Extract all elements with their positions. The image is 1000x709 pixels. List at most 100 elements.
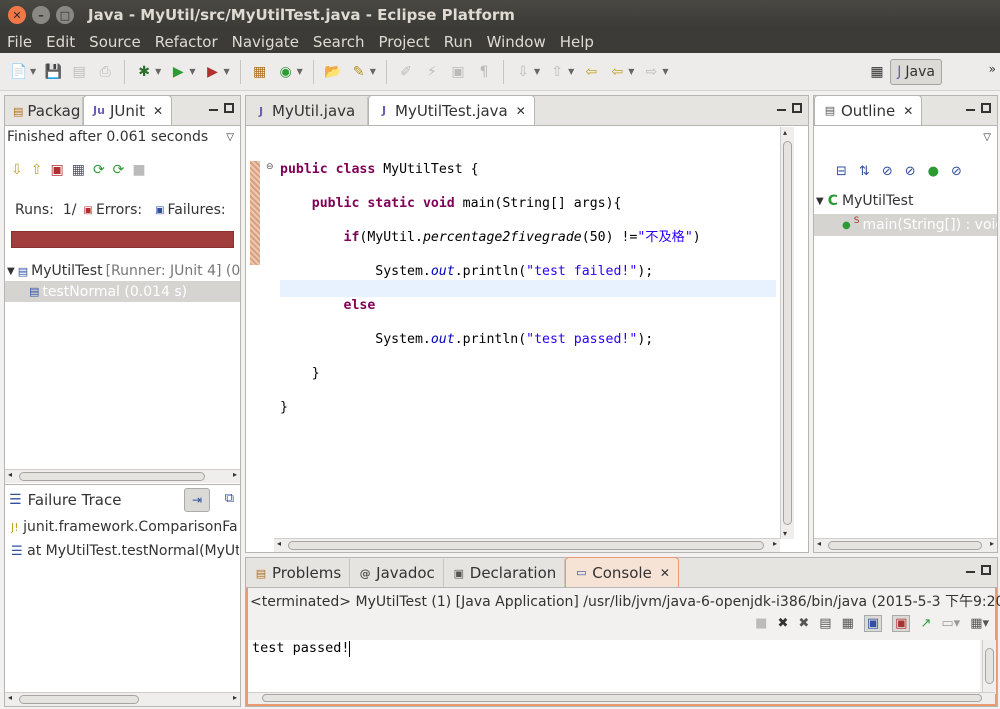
scroll-right-icon[interactable]: ▸ <box>233 693 237 702</box>
compare-icon[interactable]: ⧉ <box>225 491 234 506</box>
stop-icon[interactable]: ■ <box>132 162 145 178</box>
scroll-left-icon[interactable]: ◂ <box>8 693 12 702</box>
editor-horizontal-scrollbar[interactable]: ◂ ▸ <box>274 538 780 552</box>
menu-source[interactable]: Source <box>82 31 148 53</box>
minimize-icon[interactable] <box>966 571 975 573</box>
open-perspective-icon[interactable]: ▦ <box>866 61 888 83</box>
rerun-test-icon[interactable]: ⟳ <box>93 162 105 178</box>
trace-horizontal-scrollbar[interactable]: ◂ ▸ <box>5 692 240 706</box>
tab-declaration[interactable]: ▣ Declaration <box>444 559 566 587</box>
close-icon[interactable]: ✕ <box>903 104 913 118</box>
scroll-right-icon[interactable]: ▸ <box>233 470 237 479</box>
back-icon[interactable]: ⇦ <box>606 61 628 83</box>
menu-window[interactable]: Window <box>480 31 553 53</box>
clear-console-icon[interactable]: ▤ <box>819 616 831 631</box>
tab-console[interactable]: ▭ Console ✕ <box>565 557 679 587</box>
scroll-left-icon[interactable]: ◂ <box>8 470 12 479</box>
maximize-icon[interactable] <box>981 565 991 575</box>
pin-console-icon[interactable]: ↗ <box>920 616 931 631</box>
terminate-icon[interactable]: ■ <box>755 616 767 631</box>
tab-javadoc[interactable]: @ Javadoc <box>350 559 444 587</box>
save-all-icon[interactable]: ▤ <box>68 61 90 83</box>
hide-static-icon[interactable]: ⊘ <box>905 164 916 179</box>
scroll-lock-icon[interactable]: ▦ <box>842 616 854 631</box>
hide-local-types-icon[interactable]: ⊘ <box>951 164 962 179</box>
scroll-left-icon[interactable]: ◂ <box>817 539 821 548</box>
maximize-window-button[interactable]: □ <box>56 6 74 24</box>
outline-method-row[interactable]: ● S main(String[]) : void <box>814 214 997 236</box>
menu-project[interactable]: Project <box>371 31 436 53</box>
debug-icon[interactable]: ✱ <box>133 61 155 83</box>
tree-child-row[interactable]: ▤ testNormal (0.014 s) <box>5 281 240 302</box>
scroll-down-icon[interactable]: ▾ <box>783 529 787 538</box>
menu-file[interactable]: File <box>0 31 39 53</box>
outline-class-row[interactable]: ▼ C MyUtilTest <box>816 193 913 209</box>
mark-occurrences-icon[interactable]: ✐ <box>395 61 417 83</box>
maximize-icon[interactable] <box>981 103 991 113</box>
tab-package-explorer[interactable]: ▤ Packag <box>5 97 83 125</box>
show-whitespace-icon[interactable]: ▣ <box>447 61 469 83</box>
minimize-icon[interactable] <box>209 109 218 111</box>
menu-navigate[interactable]: Navigate <box>225 31 306 53</box>
view-menu-icon[interactable]: ▽ <box>983 132 991 143</box>
failure-trace-line[interactable]: ☰ at MyUtilTest.testNormal(MyUt <box>11 543 239 559</box>
failure-trace-line[interactable]: J! junit.framework.ComparisonFa <box>11 519 239 535</box>
expand-arrow-icon[interactable]: ▼ <box>816 196 824 207</box>
next-annotation-icon[interactable]: ⇩ <box>512 61 534 83</box>
minimize-window-button[interactable]: – <box>32 6 50 24</box>
scroll-right-icon[interactable]: ▸ <box>990 539 994 548</box>
close-icon[interactable]: ✕ <box>516 104 526 118</box>
external-tools-icon[interactable]: ▶ <box>201 61 223 83</box>
code-editor[interactable]: public class MyUtilTest { public static … <box>280 144 701 450</box>
minimize-icon[interactable] <box>966 109 975 111</box>
forward-icon[interactable]: ⇨ <box>640 61 662 83</box>
outline-horizontal-scrollbar[interactable]: ◂ ▸ <box>814 538 997 552</box>
run-icon[interactable]: ▶ <box>167 61 189 83</box>
hide-fields-icon[interactable]: ⊘ <box>882 164 893 179</box>
scroll-up-icon[interactable]: ▴ <box>783 128 787 137</box>
show-source-icon[interactable]: ¶ <box>473 61 495 83</box>
menu-help[interactable]: Help <box>553 31 601 53</box>
scroll-lock-icon[interactable]: ▦ <box>72 162 85 178</box>
show-on-stdout-icon[interactable]: ▣ <box>863 615 883 632</box>
collapse-all-icon[interactable]: ⊟ <box>836 164 847 179</box>
filter-stack-icon[interactable]: ⇥ <box>184 488 210 512</box>
console-output-area[interactable]: test passed! <box>248 640 980 694</box>
tab-myutiltest-java[interactable]: J MyUtilTest.java ✕ <box>368 95 535 125</box>
open-console-icon[interactable]: ▦▾ <box>970 616 989 631</box>
expand-arrow-icon[interactable]: ▼ <box>7 266 15 277</box>
close-icon[interactable]: ✕ <box>660 566 670 580</box>
tree-root-row[interactable]: ▼ ▤ MyUtilTest [Runner: JUnit 4] (0 <box>5 261 240 281</box>
menu-search[interactable]: Search <box>306 31 372 53</box>
next-failure-icon[interactable]: ⇩ <box>11 162 23 178</box>
previous-failure-icon[interactable]: ⇧ <box>31 162 43 178</box>
maximize-icon[interactable] <box>224 103 234 113</box>
last-edit-icon[interactable]: ⇦ <box>580 61 602 83</box>
print-icon[interactable]: ⎙ <box>94 61 116 83</box>
new-icon[interactable]: 📄 <box>8 61 30 83</box>
close-icon[interactable]: ✕ <box>153 104 163 118</box>
sort-icon[interactable]: ⇅ <box>859 164 870 179</box>
editor-vertical-scrollbar[interactable]: ▴ ▾ <box>780 127 794 539</box>
new-java-class-icon[interactable]: ◉ <box>275 61 297 83</box>
console-vertical-scrollbar[interactable] <box>982 640 996 694</box>
search-icon[interactable]: ✎ <box>348 61 370 83</box>
tab-outline[interactable]: ▤ Outline ✕ <box>814 95 923 125</box>
scroll-right-icon[interactable]: ▸ <box>773 539 777 548</box>
view-menu-icon[interactable]: ▽ <box>226 132 234 143</box>
fold-icon[interactable]: ⊖ <box>266 162 274 172</box>
scroll-left-icon[interactable]: ◂ <box>277 539 281 548</box>
new-java-package-icon[interactable]: ▦ <box>249 61 271 83</box>
close-window-button[interactable]: ✕ <box>8 6 26 24</box>
toolbar-overflow-icon[interactable]: » <box>989 62 996 76</box>
menu-edit[interactable]: Edit <box>39 31 82 53</box>
java-perspective-button[interactable]: J Java <box>890 59 942 85</box>
menu-refactor[interactable]: Refactor <box>148 31 225 53</box>
menu-run[interactable]: Run <box>437 31 480 53</box>
rerun-failed-first-icon[interactable]: ⟳ <box>113 162 125 178</box>
show-on-stderr-icon[interactable]: ▣ <box>892 615 911 632</box>
previous-annotation-icon[interactable]: ⇧ <box>546 61 568 83</box>
minimize-icon[interactable] <box>777 109 786 111</box>
remove-launch-icon[interactable]: ✖ <box>777 616 788 631</box>
hide-nonpublic-icon[interactable]: ● <box>928 164 939 179</box>
